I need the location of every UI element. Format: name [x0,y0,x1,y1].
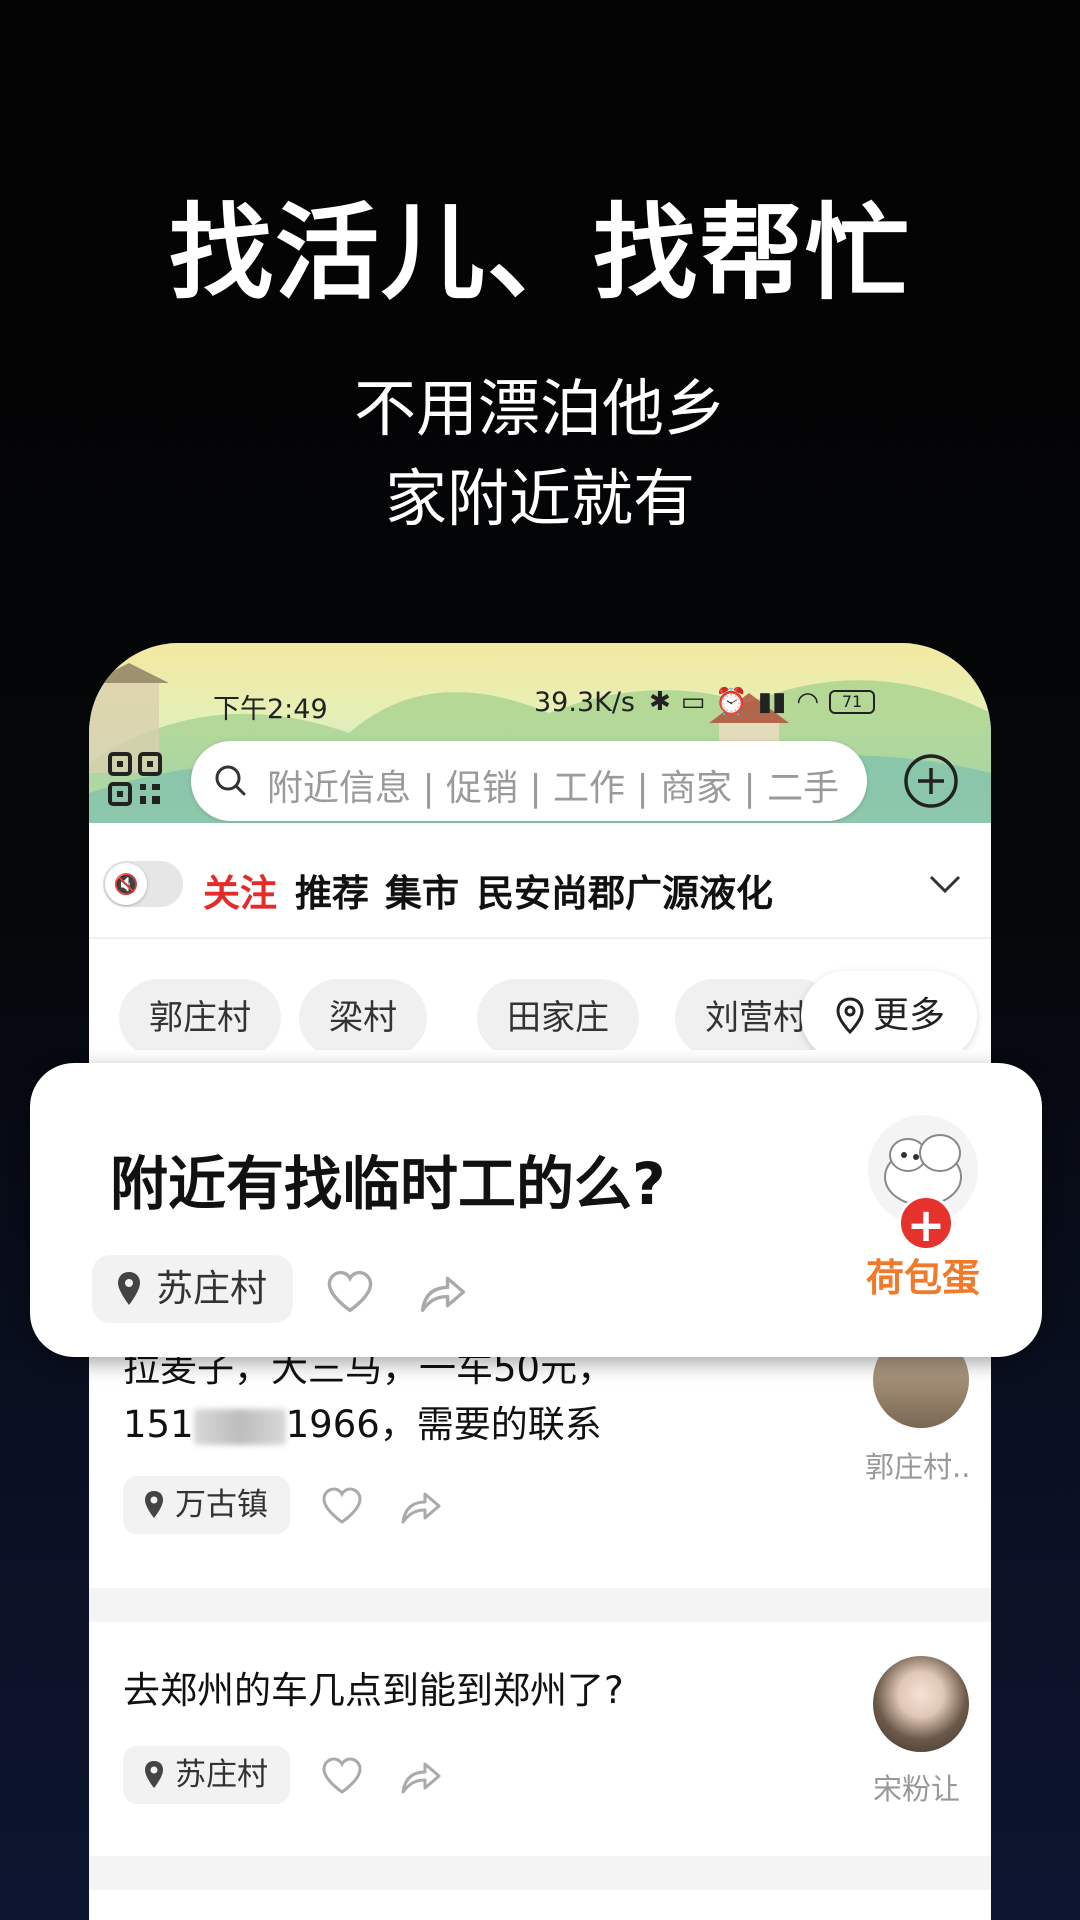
share-icon[interactable] [399,1486,443,1526]
search-placeholder: 附近信息 | 促销 | 工作 | 商家 | 二手 [267,768,840,809]
location-tag[interactable]: 苏庄村 [92,1255,293,1323]
search-row: 附近信息 | 促销 | 工作 | 商家 | 二手 [89,741,991,821]
more-label: 更多 [873,995,946,1036]
phone-suffix: 1966，需要的联系 [285,1403,602,1446]
heart-icon[interactable] [321,1756,363,1796]
post-text-line: 151 1966，需要的联系 [123,1394,602,1448]
more-locations-button[interactable]: 更多 [801,971,977,1061]
tab-minan-shangjun[interactable]: 民安尚郡 [477,863,625,917]
battery-icon: 71 [829,690,876,714]
wifi-icon: ◠ [796,687,820,717]
card-title: 附近有找临时工的么? [110,1150,666,1218]
search-icon [215,765,246,796]
username[interactable]: 荷包蛋 [866,1247,980,1302]
filter-chip[interactable]: 梁村 [299,979,427,1057]
location-pin-icon [118,1272,140,1305]
signal-icon: ▮▮ [757,687,787,717]
divider [89,1588,991,1622]
avatar[interactable] [873,1656,969,1752]
location-tag[interactable]: 万古镇 [123,1476,290,1534]
username[interactable]: 宋粉让 [873,1766,960,1808]
tab-guangyuan-yehua[interactable]: 广源液化 [625,863,773,917]
share-icon[interactable] [418,1269,468,1315]
tab-recommend[interactable]: 推荐 [295,863,369,917]
redacted-digits [193,1408,286,1445]
location-label: 万古镇 [175,1487,268,1523]
username[interactable]: 郭庄村.. [865,1444,970,1486]
filter-chip[interactable]: 田家庄 [477,979,639,1057]
village-filter-bar: 郭庄村 梁村 田家庄 刘营村 更多 [89,937,991,1061]
chevron-down-icon[interactable] [927,869,963,899]
location-pin-icon [145,1761,163,1788]
promo-line-2: 家附近就有 [384,462,695,535]
location-tag[interactable]: 苏庄村 [123,1746,290,1804]
vibrate-icon: ▭ [680,687,706,717]
alarm-icon: ⏰ [715,687,748,717]
channel-tabs: 🔇 关注 推荐 集市 民安尚郡 广源液化 [89,839,991,919]
tab-follow[interactable]: 关注 [203,863,277,917]
promo-line-1: 不用漂泊他乡 [353,372,726,445]
heart-icon[interactable] [326,1269,374,1315]
follow-plus-icon[interactable]: + [898,1195,954,1252]
phone-prefix: 151 [123,1403,194,1446]
share-icon[interactable] [399,1756,443,1796]
highlight-post-card[interactable]: 附近有找临时工的么? 苏庄村 + 荷包蛋 [30,1063,1042,1357]
network-speed: 39.3K/s [534,687,635,718]
tab-market[interactable]: 集市 [385,863,459,917]
divider [89,1856,991,1890]
heart-icon[interactable] [321,1486,363,1526]
status-bar: 下午2:49 39.3K/s ✱ ▭ ⏰ ▮▮ ◠ 71 [89,683,991,725]
location-pin-icon [836,997,864,1035]
status-time: 下午2:49 [213,694,328,725]
status-icons: ✱ ▭ ⏰ ▮▮ ◠ 71 [649,687,876,717]
mute-icon: 🔇 [105,863,147,905]
bluetooth-icon: ✱ [649,687,671,717]
search-input[interactable]: 附近信息 | 促销 | 工作 | 商家 | 二手 [191,741,867,821]
location-label: 苏庄村 [175,1757,268,1793]
add-icon[interactable] [903,753,959,809]
mute-toggle[interactable]: 🔇 [103,861,183,907]
promo-headline: 找活儿、找帮忙 [168,192,911,314]
qr-code-icon[interactable] [107,751,163,807]
filter-chip[interactable]: 郭庄村 [119,979,281,1057]
location-label: 苏庄村 [156,1267,267,1310]
post-text-line: 去郑州的车几点到能到郑州了? [123,1669,624,1712]
location-pin-icon [145,1491,163,1518]
